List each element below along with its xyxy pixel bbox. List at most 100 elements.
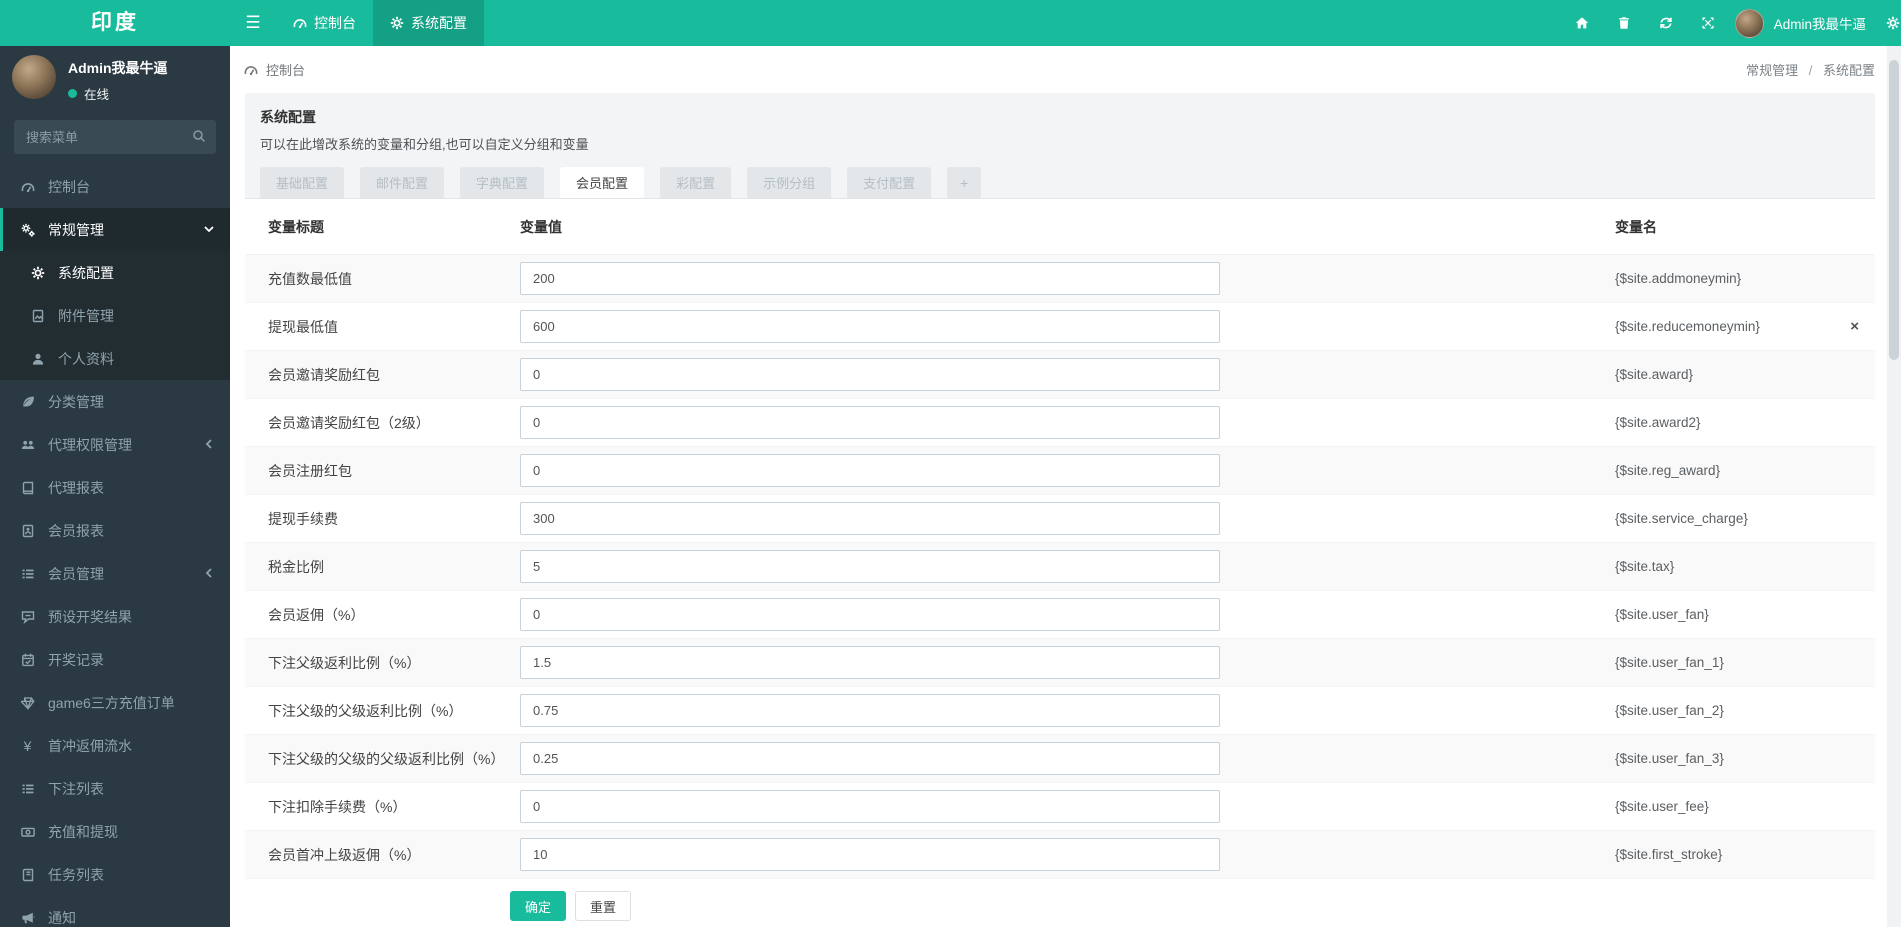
config-var-name: {$site.user_fan_2}	[1615, 703, 1724, 718]
gear-icon	[390, 16, 404, 30]
config-value-input[interactable]	[520, 694, 1220, 727]
sidebar-toggle-button[interactable]: ☰	[230, 0, 276, 46]
config-var-name: {$site.addmoneymin}	[1615, 271, 1742, 286]
avatar[interactable]	[1734, 8, 1764, 38]
config-label: 税金比例	[268, 558, 324, 575]
top-navbar: 印度 ☰ 控制台 系统配置 Admin我最牛逼	[0, 0, 1901, 46]
refresh-icon[interactable]	[1645, 0, 1687, 46]
table-row: 提现手续费 {$site.service_charge}	[245, 495, 1875, 543]
config-value-cell	[510, 742, 1605, 775]
home-icon	[1575, 16, 1589, 30]
table-header-row: 变量标题 变量值 变量名	[245, 199, 1875, 255]
sidebar-item[interactable]: 预设开奖结果	[0, 595, 230, 638]
config-value-input[interactable]	[520, 454, 1220, 487]
sidebar-item[interactable]: 系统配置	[0, 251, 230, 294]
sidebar-item-label: 开奖记录	[48, 651, 104, 668]
tab-字典配置[interactable]: 字典配置	[460, 167, 545, 198]
sidebar-item[interactable]: game6三方充值订单	[0, 681, 230, 724]
submit-button[interactable]: 确定	[510, 891, 567, 921]
status-label: 在线	[84, 88, 110, 102]
sidebar-item[interactable]: 会员管理	[0, 552, 230, 595]
table-row: 会员注册红包 {$site.reg_award}	[245, 447, 1875, 495]
close-icon[interactable]: ×	[1850, 319, 1859, 334]
config-value-input[interactable]	[520, 790, 1220, 823]
config-name-cell: {$site.user_fan_2}	[1605, 703, 1859, 718]
config-value-input[interactable]	[520, 598, 1220, 631]
tab-邮件配置[interactable]: 邮件配置	[360, 167, 445, 198]
table-row: 下注父级的父级的父级返利比例（%） {$site.user_fan_3}	[245, 735, 1875, 783]
top-nav-item[interactable]: 系统配置	[373, 0, 484, 46]
search-icon[interactable]	[192, 129, 206, 143]
trash-icon[interactable]	[1603, 0, 1645, 46]
gear-icon	[1886, 16, 1900, 30]
sidebar-item[interactable]: 代理权限管理	[0, 423, 230, 466]
avatar[interactable]	[12, 55, 56, 99]
fullscreen-icon	[1701, 16, 1715, 30]
breadcrumb-section[interactable]: 常规管理	[1746, 63, 1798, 78]
top-nav-item[interactable]: 控制台	[276, 0, 373, 46]
sidebar-item[interactable]: 分类管理	[0, 380, 230, 423]
config-value-input[interactable]	[520, 742, 1220, 775]
config-value-input[interactable]	[520, 502, 1220, 535]
config-value-cell	[510, 790, 1605, 823]
tab-支付配置[interactable]: 支付配置	[847, 167, 932, 198]
config-value-input[interactable]	[520, 262, 1220, 295]
config-value-input[interactable]	[520, 406, 1220, 439]
gears-icon	[20, 223, 35, 237]
tab-彩配置[interactable]: 彩配置	[660, 167, 732, 198]
sidebar-user-name: Admin我最牛逼	[68, 60, 168, 76]
scrollbar-thumb[interactable]	[1889, 60, 1899, 360]
config-value-cell	[510, 310, 1605, 343]
tab-会员配置[interactable]: 会员配置	[560, 167, 645, 198]
sidebar-item[interactable]: 个人资料	[0, 337, 230, 380]
config-label: 会员邀请奖励红包	[268, 366, 380, 383]
config-value-input[interactable]	[520, 646, 1220, 679]
column-header: 变量名	[1615, 218, 1657, 235]
config-value-cell	[510, 598, 1605, 631]
sidebar-item[interactable]: 开奖记录	[0, 638, 230, 681]
fullscreen-icon[interactable]	[1687, 0, 1729, 46]
home-icon[interactable]	[1561, 0, 1603, 46]
config-var-name: {$site.user_fan_1}	[1615, 655, 1724, 670]
sidebar-item[interactable]: ¥ 首冲返佣流水	[0, 724, 230, 767]
table-row: 下注父级的父级返利比例（%） {$site.user_fan_2}	[245, 687, 1875, 735]
config-value-input[interactable]	[520, 310, 1220, 343]
sidebar-menu: 控制台 常规管理 系统配置 附件管理 个人资料 分类管理代理权限管理代理报表 会员报表 会员管…	[0, 165, 230, 927]
config-value-input[interactable]	[520, 550, 1220, 583]
vertical-scrollbar[interactable]	[1887, 46, 1901, 927]
reset-button[interactable]: 重置	[575, 891, 632, 921]
sidebar-item[interactable]: 下注列表	[0, 767, 230, 810]
search-input[interactable]	[14, 120, 216, 154]
breadcrumb-page[interactable]: 系统配置	[1823, 63, 1875, 78]
sidebar-item-label: 代理权限管理	[48, 436, 132, 453]
sidebar-item[interactable]: 通知	[0, 896, 230, 927]
config-value-input[interactable]	[520, 358, 1220, 391]
config-name-cell: {$site.user_fan_3}	[1605, 751, 1859, 766]
breadcrumb-left-label[interactable]: 控制台	[266, 60, 305, 79]
sidebar-item[interactable]: 会员报表	[0, 509, 230, 552]
add-tab-button[interactable]: +	[947, 167, 982, 198]
sidebar-item[interactable]: 充值和提现	[0, 810, 230, 853]
panel-body: 变量标题 变量值 变量名 充值数最低值 {$site.addmoneymin} 提现…	[245, 199, 1875, 921]
sidebar-item[interactable]: 控制台	[0, 165, 230, 208]
config-value-input[interactable]	[520, 838, 1220, 871]
sidebar-item[interactable]: 附件管理	[0, 294, 230, 337]
tab-示例分组[interactable]: 示例分组	[747, 167, 832, 198]
config-panel: 系统配置 可以在此增改系统的变量和分组,也可以自定义分组和变量 基础配置 邮件配置…	[245, 93, 1875, 927]
sidebar-item[interactable]: 常规管理	[0, 208, 230, 251]
topbar-username[interactable]: Admin我最牛逼	[1774, 13, 1866, 33]
config-value-cell	[510, 454, 1605, 487]
config-var-name: {$site.award2}	[1615, 415, 1701, 430]
sidebar-item[interactable]: 代理报表	[0, 466, 230, 509]
sidebar-item-label: game6三方充值订单	[48, 694, 175, 711]
sidebar-item-label: 充值和提现	[48, 823, 118, 840]
settings-gear-icon[interactable]	[1886, 0, 1901, 46]
sidebar-user-panel: Admin我最牛逼 在线	[0, 46, 230, 110]
sidebar-item[interactable]: 任务列表	[0, 853, 230, 896]
tab-基础配置[interactable]: 基础配置	[260, 167, 345, 198]
dashboard-icon	[20, 180, 35, 194]
top-nav-tabs: 控制台 系统配置	[276, 0, 484, 46]
config-label: 下注扣除手续费（%）	[268, 798, 407, 815]
gear-icon	[30, 266, 45, 280]
table-row: 会员返佣（%） {$site.user_fan}	[245, 591, 1875, 639]
